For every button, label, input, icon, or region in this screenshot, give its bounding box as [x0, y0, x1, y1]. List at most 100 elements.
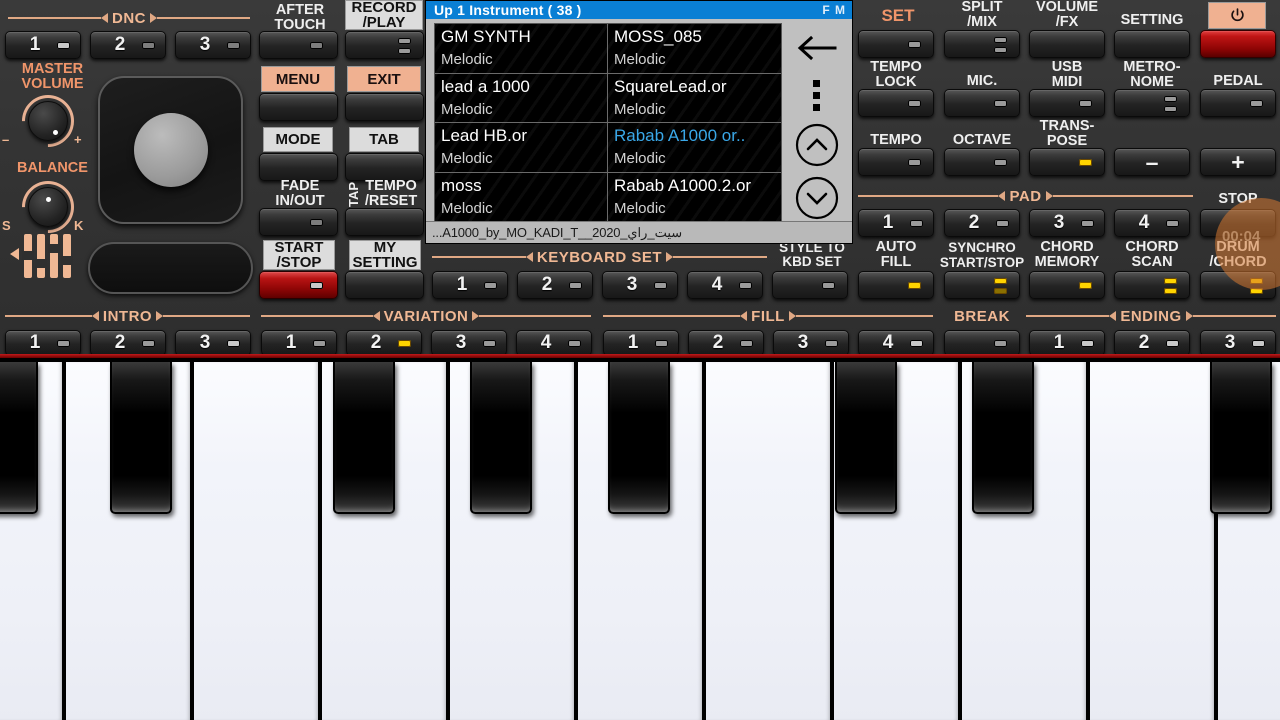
mode-button[interactable]	[259, 153, 338, 181]
fill-button-1[interactable]: 1	[603, 330, 679, 356]
scroll-up-button[interactable]	[795, 120, 839, 170]
volume-fx-button[interactable]	[1029, 30, 1105, 58]
mic-button[interactable]	[944, 89, 1020, 117]
black-key[interactable]	[333, 362, 395, 514]
back-button[interactable]	[795, 25, 839, 72]
black-key[interactable]	[110, 362, 172, 514]
auto-fill-button[interactable]	[858, 271, 934, 299]
tempo-lock-button[interactable]	[858, 89, 934, 117]
ending-section-label: ENDING	[1026, 308, 1276, 325]
list-item[interactable]: lead a 1000 Melodic	[435, 73, 608, 123]
tap-tempo-reset-button[interactable]	[345, 208, 424, 236]
variation-button-2[interactable]: 2	[346, 330, 422, 356]
mode-chip[interactable]: MODE	[263, 127, 333, 152]
keyboard-set-button-2[interactable]: 2	[517, 271, 593, 299]
dnc-button-3[interactable]: 3	[175, 31, 251, 59]
tab-button[interactable]	[345, 153, 424, 181]
transpose-minus-button[interactable]: –	[1114, 148, 1190, 176]
lcd-body: GM SYNTH Melodic MOSS_085 Melodic lead a…	[426, 19, 852, 223]
intro-button-2[interactable]: 2	[90, 330, 166, 356]
keyboard-set-button-3[interactable]: 3	[602, 271, 678, 299]
scroll-down-button[interactable]	[795, 173, 839, 223]
pad-button-2[interactable]: 2	[944, 209, 1020, 237]
variation-button-3[interactable]: 3	[431, 330, 507, 356]
list-item[interactable]: moss Melodic	[435, 172, 608, 222]
after-touch-label: AFTER TOUCH	[274, 2, 326, 33]
after-touch-button[interactable]	[259, 31, 338, 59]
intro-1-led	[57, 340, 70, 347]
black-key[interactable]	[972, 362, 1034, 514]
white-key[interactable]	[1088, 362, 1216, 720]
intro-button-1[interactable]: 1	[5, 330, 81, 356]
fill-button-2[interactable]: 2	[688, 330, 764, 356]
style-to-kbd-set-button[interactable]	[772, 271, 848, 299]
metronome-label: METRO- NOME	[1123, 59, 1181, 90]
split-mix-button[interactable]	[944, 30, 1020, 58]
black-key[interactable]	[835, 362, 897, 514]
synchro-start-stop-button[interactable]	[944, 271, 1020, 299]
black-key[interactable]	[608, 362, 670, 514]
variation-button-4[interactable]: 4	[516, 330, 592, 356]
intro-button-3[interactable]: 3	[175, 330, 251, 356]
octave-button[interactable]	[944, 148, 1020, 176]
list-item[interactable]: Rabab A1000.2.or Melodic	[608, 173, 781, 223]
chord-scan-button[interactable]	[1114, 271, 1190, 299]
variation-button-1[interactable]: 1	[261, 330, 337, 356]
transpose-plus-button[interactable]: +	[1200, 148, 1276, 176]
keyboard-set-button-1[interactable]: 1	[432, 271, 508, 299]
list-item[interactable]: Lead HB.or Melodic	[435, 123, 608, 173]
ending-button-1[interactable]: 1	[1029, 330, 1105, 356]
tab-chip[interactable]: TAB	[349, 127, 419, 152]
exit-button[interactable]	[345, 93, 424, 121]
balance-dial[interactable]	[28, 187, 68, 227]
set-button[interactable]	[858, 30, 934, 58]
record-play-button[interactable]	[345, 31, 424, 59]
black-key[interactable]	[1210, 362, 1272, 514]
white-key[interactable]	[704, 362, 832, 720]
metronome-button[interactable]	[1114, 89, 1190, 117]
master-volume-dial[interactable]	[28, 101, 68, 141]
joystick-pad[interactable]	[98, 76, 243, 224]
start-stop-button[interactable]	[259, 271, 338, 299]
ending-button-3[interactable]: 3	[1200, 330, 1276, 356]
stop-button[interactable]	[1200, 209, 1276, 237]
chord-memory-button[interactable]	[1029, 271, 1105, 299]
fill-button-4[interactable]: 4	[858, 330, 934, 356]
start-stop-chip[interactable]: START /STOP	[263, 240, 335, 270]
power-chip[interactable]	[1208, 2, 1266, 29]
fill-button-3[interactable]: 3	[773, 330, 849, 356]
menu-chip[interactable]: MENU	[261, 66, 335, 92]
pad-button-4[interactable]: 4	[1114, 209, 1190, 237]
list-item[interactable]: SquareLead.or Melodic	[608, 74, 781, 123]
list-item-selected[interactable]: Rabab A1000 or.. Melodic	[608, 123, 781, 173]
exit-chip[interactable]: EXIT	[347, 66, 421, 92]
usb-midi-button[interactable]	[1029, 89, 1105, 117]
break-button[interactable]	[944, 330, 1020, 356]
fade-in-out-button[interactable]	[259, 208, 338, 236]
power-button[interactable]	[1200, 30, 1276, 58]
black-key[interactable]	[0, 362, 38, 514]
mixer-sliders-icon[interactable]	[10, 232, 78, 280]
my-setting-button[interactable]	[345, 271, 424, 299]
list-item[interactable]: GM SYNTH Melodic	[435, 24, 608, 74]
menu-button[interactable]	[259, 93, 338, 121]
white-key[interactable]	[192, 362, 320, 720]
joystick-cap[interactable]	[133, 113, 208, 187]
dnc-button-2[interactable]: 2	[90, 31, 166, 59]
keyboard-set-button-4[interactable]: 4	[687, 271, 763, 299]
setting-button[interactable]	[1114, 30, 1190, 58]
pedal-button[interactable]	[1200, 89, 1276, 117]
tempo-button[interactable]	[858, 148, 934, 176]
pad-button-1[interactable]: 1	[858, 209, 934, 237]
drum-chord-button[interactable]	[1200, 271, 1276, 299]
pad-button-3[interactable]: 3	[1029, 209, 1105, 237]
black-key[interactable]	[470, 362, 532, 514]
pitch-bar[interactable]	[88, 242, 253, 294]
list-item[interactable]: MOSS_085 Melodic	[608, 24, 781, 74]
transpose-button[interactable]	[1029, 148, 1105, 176]
record-play-chip[interactable]: RECORD /PLAY	[345, 0, 423, 30]
ending-button-2[interactable]: 2	[1114, 330, 1190, 356]
more-options-button[interactable]	[811, 74, 823, 119]
dnc-button-1[interactable]: 1	[5, 31, 81, 59]
my-setting-chip[interactable]: MY SETTING	[349, 240, 421, 270]
